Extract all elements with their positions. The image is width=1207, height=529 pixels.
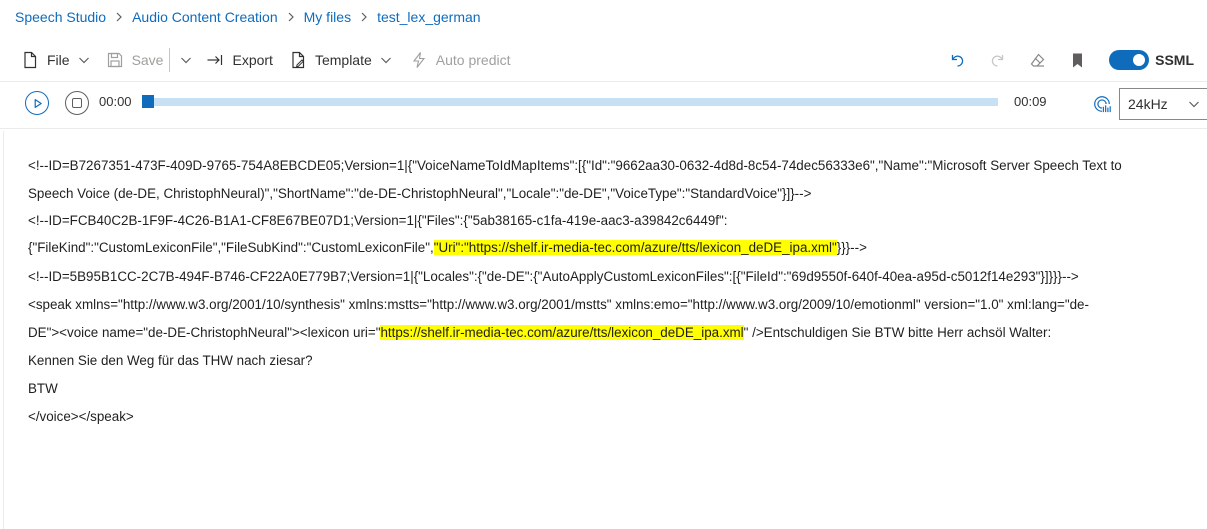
breadcrumb-current-file[interactable]: test_lex_german (377, 9, 481, 25)
lightning-icon (410, 51, 428, 69)
chevron-down-icon (180, 54, 192, 66)
toolbar-right-group: SSML (937, 42, 1194, 78)
toolbar: File Save Export Template Auto predict S… (0, 42, 1207, 78)
breadcrumb-speech-studio[interactable]: Speech Studio (15, 9, 106, 25)
sample-rate-select[interactable]: 24kHz (1119, 88, 1207, 120)
editor-line-3: <!--ID=FCB40C2B-1F9F-4C26-B1A1-CF8E67BE0… (28, 213, 728, 228)
player-divider-line (0, 128, 1207, 129)
highlighted-lexicon-uri: https://shelf.ir-media-tec.com/azure/tts… (380, 325, 744, 340)
line7-end: " />Entschuldigen Sie BTW bitte Herr ach… (743, 325, 1052, 340)
chevron-right-icon (106, 12, 132, 22)
ssml-toggle[interactable] (1109, 50, 1150, 70)
current-time: 00:00 (99, 94, 132, 109)
sample-rate-icon (1091, 93, 1113, 115)
editor-line-7: DE"><voice name="de-DE-ChristophNeural">… (28, 323, 1051, 343)
breadcrumb-audio-content-creation[interactable]: Audio Content Creation (132, 9, 278, 25)
bookmark-icon[interactable] (1057, 42, 1097, 78)
editor-line-9: BTW (28, 381, 58, 396)
chevron-down-icon (78, 54, 90, 66)
chevron-down-icon (380, 54, 392, 66)
eraser-icon[interactable] (1017, 42, 1057, 78)
stop-icon (72, 98, 82, 108)
highlighted-uri: "Uri":"https://shelf.ir-media-tec.com/az… (433, 240, 837, 255)
file-label: File (47, 52, 70, 68)
save-button[interactable]: Save (106, 42, 164, 78)
export-label: Export (232, 52, 273, 68)
editor-line-1: <!--ID=B7267351-473F-409D-9765-754A8EBCD… (28, 158, 1122, 173)
template-document-icon (289, 51, 307, 69)
editor-line-8: Kennen Sie den Weg für das THW nach zies… (28, 353, 313, 368)
chevron-right-icon (278, 12, 304, 22)
ssml-editor[interactable]: <!--ID=B7267351-473F-409D-9765-754A8EBCD… (3, 131, 1207, 529)
editor-line-6: <speak xmlns="http://www.w3.org/2001/10/… (28, 297, 1089, 312)
ssml-label: SSML (1155, 52, 1194, 68)
line4-text: {"FileKind":"CustomLexiconFile","FileSub… (28, 240, 434, 255)
duration: 00:09 (1014, 94, 1047, 109)
editor-line-4: {"FileKind":"CustomLexiconFile","FileSub… (28, 238, 867, 258)
document-icon (21, 51, 39, 69)
breadcrumb: Speech Studio Audio Content Creation My … (15, 7, 481, 27)
save-icon (106, 51, 124, 69)
progress-thumb[interactable] (142, 95, 154, 108)
save-options-dropdown[interactable] (178, 42, 192, 78)
editor-line-10: </voice></speak> (28, 409, 134, 424)
play-icon (34, 98, 42, 108)
template-label: Template (314, 52, 372, 68)
export-arrow-icon (206, 51, 224, 69)
template-menu-button[interactable]: Template (289, 42, 392, 78)
toggle-knob (1133, 54, 1146, 66)
editor-line-5: <!--ID=5B95B1CC-2C7B-494F-B746-CF22A0E77… (28, 269, 1079, 284)
line4-end: }}}--> (836, 240, 867, 255)
progress-track[interactable] (142, 98, 998, 106)
audio-player: 00:00 00:09 24kHz (0, 84, 1207, 124)
auto-predict-button[interactable]: Auto predict (410, 42, 511, 78)
file-menu-button[interactable]: File (21, 42, 90, 78)
sample-rate-value: 24kHz (1128, 96, 1168, 112)
line7-text: DE"><voice name="de-DE-ChristophNeural">… (28, 325, 381, 340)
editor-line-2: Speech Voice (de-DE, ChristophNeural)","… (28, 186, 812, 201)
stop-button[interactable] (65, 91, 89, 115)
chevron-down-icon (1188, 98, 1200, 110)
export-button[interactable]: Export (206, 42, 273, 78)
toolbar-divider (169, 48, 171, 72)
redo-icon[interactable] (977, 42, 1017, 78)
breadcrumb-my-files[interactable]: My files (304, 9, 351, 25)
save-label: Save (131, 52, 164, 68)
chevron-right-icon (351, 12, 377, 22)
undo-icon[interactable] (937, 42, 977, 78)
toolbar-divider-line (0, 81, 1207, 82)
auto-predict-label: Auto predict (435, 52, 511, 68)
play-button[interactable] (25, 91, 49, 115)
